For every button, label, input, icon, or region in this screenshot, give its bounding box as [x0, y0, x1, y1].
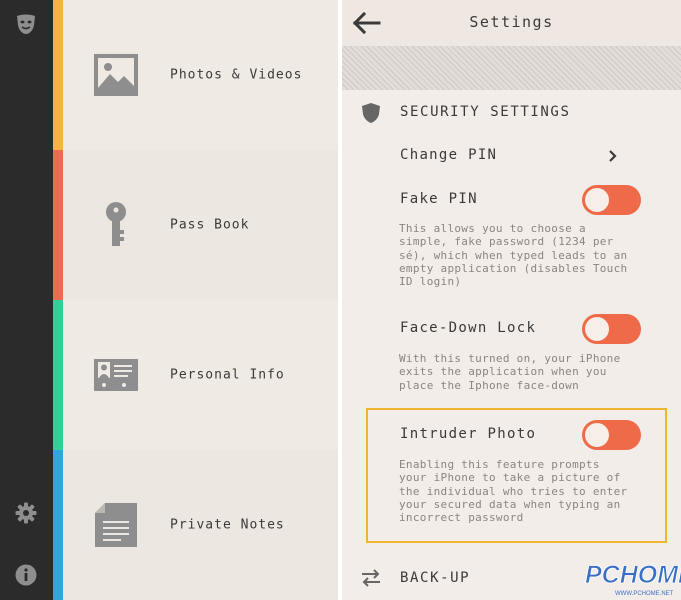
chevron-right-icon[interactable] [607, 148, 619, 164]
gear-icon[interactable] [14, 501, 38, 525]
category-label: Photos & Videos [170, 67, 303, 83]
mask-icon[interactable] [14, 12, 38, 36]
fake-pin-toggle[interactable] [582, 185, 641, 215]
watermark-subtext: WWW.PCHOME.NET [615, 591, 674, 597]
settings-screen: Settings SECURITY SETTINGS Change PIN Fa… [342, 0, 681, 600]
toggle-knob [585, 317, 609, 341]
face-down-lock-description: With this turned on, your iPhone exits t… [399, 352, 621, 392]
hatched-banner [342, 46, 681, 90]
page-title: Settings [469, 13, 554, 31]
change-pin-row[interactable]: Change PIN [400, 147, 497, 163]
intruder-photo-description: Enabling this feature prompts your iPhon… [399, 458, 628, 525]
shield-icon [362, 103, 380, 123]
category-private-notes[interactable]: Private Notes [63, 450, 338, 600]
pchome-watermark: PCHOME WWW.PCHOME.NET [585, 561, 681, 597]
face-down-lock-toggle[interactable] [582, 314, 641, 344]
category-photos-videos[interactable]: Photos & Videos [63, 0, 338, 150]
fake-pin-description: This allows you to choose a simple, fake… [399, 222, 628, 289]
key-icon [93, 200, 139, 250]
backup-row[interactable]: BACK-UP [400, 570, 470, 586]
category-label: Personal Info [170, 367, 285, 383]
category-personal-info[interactable]: Personal Info [63, 300, 338, 450]
stripe-yellow [53, 0, 63, 150]
category-pass-book[interactable]: Pass Book [63, 150, 338, 300]
vault-home-screen: Photos & Videos Pass Book Personal Info … [0, 0, 338, 600]
fake-pin-label: Fake PIN [400, 191, 478, 207]
toggle-knob [585, 188, 609, 212]
info-icon[interactable] [14, 563, 38, 587]
category-label: Private Notes [170, 517, 285, 533]
photo-icon [93, 50, 139, 100]
section-heading: SECURITY SETTINGS [400, 104, 571, 120]
sidebar-rail [0, 0, 53, 600]
face-down-lock-label: Face-Down Lock [400, 320, 537, 336]
stripe-blue [53, 450, 63, 600]
swap-arrows-icon [362, 569, 380, 587]
toggle-knob [585, 423, 609, 447]
category-label: Pass Book [170, 217, 250, 233]
watermark-text: PCHOME [585, 561, 681, 589]
id-card-icon [93, 350, 139, 400]
navigation-bar: Settings [342, 0, 681, 46]
stripe-red [53, 150, 63, 300]
stripe-green [53, 300, 63, 450]
intruder-photo-label: Intruder Photo [400, 426, 537, 442]
notes-icon [93, 500, 139, 550]
intruder-photo-toggle[interactable] [582, 420, 641, 450]
